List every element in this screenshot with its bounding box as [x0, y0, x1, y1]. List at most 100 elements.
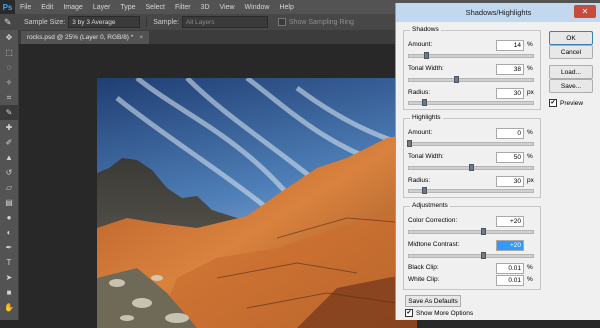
show-ring-label: Show Sampling Ring: [288, 18, 354, 26]
highlights-amount-slider[interactable]: [407, 140, 534, 147]
shadows-radius-slider[interactable]: [408, 99, 534, 106]
shadows-amount-thumb[interactable]: [424, 52, 430, 59]
show-ring-checkbox[interactable]: [277, 18, 286, 26]
menu-edit[interactable]: Edit: [36, 4, 58, 11]
shadows-radius-thumb[interactable]: [421, 99, 427, 106]
pen-icon[interactable]: ✒: [0, 240, 18, 255]
dialog-titlebar[interactable]: Shadows/Highlights ✕: [396, 3, 600, 22]
menu-filter[interactable]: Filter: [170, 4, 196, 11]
show-more-checkbox[interactable]: ✔: [405, 309, 413, 317]
black-clip-input[interactable]: 0.01: [496, 263, 524, 274]
midtone-contrast-slider[interactable]: [408, 252, 534, 259]
sample-size-label: Sample Size:: [24, 18, 66, 26]
highlights-group: Highlights Amount: 0 % Tonal Width: 50 %…: [403, 114, 541, 198]
black-clip-label: Black Clip:: [408, 264, 439, 271]
tools-panel: ✥ ⬚ ◌ ✧ ⌗ ✎ ✚ ✐ ▲ ↺ ▱ ▤ ● ◐ ✒ T ➤ ■ ✋: [0, 30, 19, 320]
eyedropper-icon[interactable]: ✎: [0, 105, 18, 120]
shape-icon[interactable]: ■: [0, 285, 18, 300]
menu-select[interactable]: Select: [141, 4, 170, 11]
highlights-amount-input[interactable]: 0: [496, 128, 524, 139]
sample-size-select[interactable]: 3 by 3 Average: [68, 16, 141, 28]
close-icon[interactable]: ×: [139, 34, 143, 41]
menu-help[interactable]: Help: [274, 4, 298, 11]
hand-icon[interactable]: ✋: [0, 300, 18, 315]
color-correction-input[interactable]: +20: [496, 216, 524, 227]
save-as-defaults-button[interactable]: Save As Defaults: [405, 295, 461, 307]
crop-icon[interactable]: ⌗: [0, 90, 18, 105]
adjustments-group: Adjustments Color Correction: +20 Midton…: [403, 202, 541, 290]
white-clip-input[interactable]: 0.01: [496, 275, 524, 286]
save-button[interactable]: Save...: [549, 79, 593, 93]
menu-view[interactable]: View: [215, 4, 240, 11]
black-clip-unit: %: [527, 264, 533, 271]
preview-checkbox[interactable]: ✔: [549, 99, 557, 107]
menu-file[interactable]: File: [15, 4, 36, 11]
show-more-options[interactable]: ✔ Show More Options: [405, 309, 473, 317]
highlights-tonal-thumb[interactable]: [469, 164, 474, 171]
eraser-icon[interactable]: ▱: [0, 180, 18, 195]
highlights-radius-thumb[interactable]: [421, 187, 427, 194]
highlights-radius-slider[interactable]: [408, 187, 534, 194]
highlights-tonal-unit: %: [527, 153, 533, 160]
dodge-icon[interactable]: ◐: [0, 225, 18, 240]
color-correction-thumb[interactable]: [481, 228, 487, 235]
document-image[interactable]: [97, 78, 417, 328]
shadows-radius-unit: px: [527, 89, 534, 96]
ok-button[interactable]: OK: [549, 31, 593, 45]
close-icon[interactable]: ✕: [574, 5, 596, 18]
highlights-radius-input[interactable]: 30: [496, 176, 524, 187]
cancel-button[interactable]: Cancel: [549, 45, 593, 59]
move-icon[interactable]: ✥: [0, 30, 18, 45]
shadows-radius-label: Radius:: [408, 89, 431, 96]
shadows-tonal-label: Tonal Width:: [408, 65, 444, 72]
highlights-amount-unit: %: [527, 129, 533, 136]
midtone-contrast-input[interactable]: +20: [496, 240, 524, 251]
dialog-title: Shadows/Highlights: [465, 8, 532, 17]
divider: [146, 17, 148, 27]
menu-type[interactable]: Type: [115, 4, 140, 11]
eyedropper-icon[interactable]: ✎: [4, 17, 18, 28]
highlights-title: Highlights: [410, 114, 443, 121]
midtone-contrast-thumb[interactable]: [481, 252, 487, 259]
shadows-tonal-unit: %: [527, 65, 533, 72]
preview-option[interactable]: ✔ Preview: [549, 99, 583, 107]
lasso-icon[interactable]: ◌: [0, 60, 18, 75]
healing-icon[interactable]: ✚: [0, 120, 18, 135]
shadows-group: Shadows Amount: 14 % Tonal Width: 38 % R…: [403, 26, 541, 110]
highlights-amount-thumb[interactable]: [407, 140, 412, 147]
color-correction-label: Color Correction:: [408, 217, 458, 224]
shadows-tonal-thumb[interactable]: [454, 76, 460, 83]
highlights-tonal-slider[interactable]: [408, 164, 534, 171]
highlights-tonal-label: Tonal Width:: [408, 153, 444, 160]
quick-select-icon[interactable]: ✧: [0, 75, 18, 90]
app-logo: Ps: [0, 0, 15, 14]
shadows-tonal-input[interactable]: 38: [496, 64, 524, 75]
blur-icon[interactable]: ●: [0, 210, 18, 225]
brush-icon[interactable]: ✐: [0, 135, 18, 150]
shadows-radius-input[interactable]: 30: [496, 88, 524, 99]
history-brush-icon[interactable]: ↺: [0, 165, 18, 180]
marquee-icon[interactable]: ⬚: [0, 45, 18, 60]
highlights-tonal-input[interactable]: 50: [496, 152, 524, 163]
menu-image[interactable]: Image: [58, 4, 87, 11]
gradient-icon[interactable]: ▤: [0, 195, 18, 210]
shadows-amount-unit: %: [527, 41, 533, 48]
shadows-amount-label: Amount:: [408, 41, 433, 48]
type-icon[interactable]: T: [0, 255, 18, 270]
document-title: rocks.psd @ 25% (Layer 0, RGB/8) *: [27, 34, 134, 41]
load-button[interactable]: Load...: [549, 65, 593, 79]
shadows-amount-slider[interactable]: [408, 52, 534, 59]
menu-3d[interactable]: 3D: [196, 4, 215, 11]
highlights-amount-label: Amount:: [408, 129, 433, 136]
shadows-amount-input[interactable]: 14: [496, 40, 524, 51]
shadows-tonal-slider[interactable]: [408, 76, 534, 83]
document-tab[interactable]: rocks.psd @ 25% (Layer 0, RGB/8) * ×: [21, 31, 150, 44]
path-select-icon[interactable]: ➤: [0, 270, 18, 285]
white-clip-unit: %: [527, 276, 533, 283]
stamp-icon[interactable]: ▲: [0, 150, 18, 165]
sample-select[interactable]: All Layers: [181, 16, 268, 28]
midtone-contrast-label: Midtone Contrast:: [408, 241, 460, 248]
color-correction-slider[interactable]: [408, 228, 534, 235]
menu-window[interactable]: Window: [240, 4, 275, 11]
menu-layer[interactable]: Layer: [88, 4, 116, 11]
